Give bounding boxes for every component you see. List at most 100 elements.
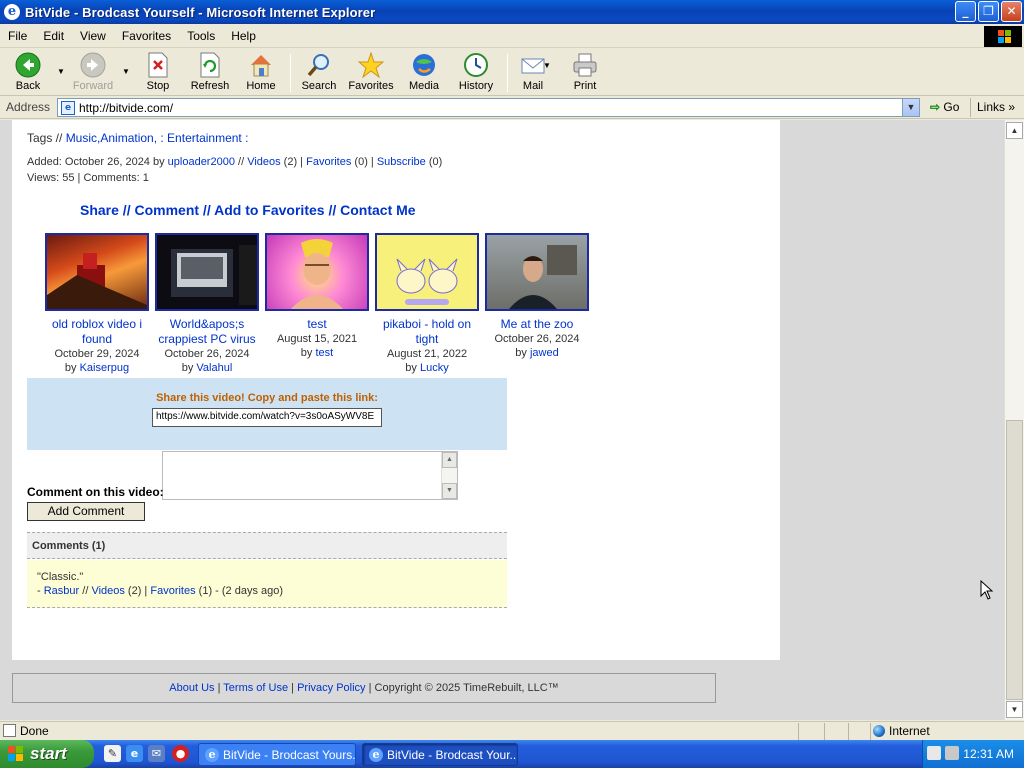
- stop-button[interactable]: Stop: [140, 51, 176, 95]
- add-favorites-link[interactable]: Add to Favorites: [214, 202, 324, 218]
- volume-tray-icon[interactable]: [945, 746, 959, 760]
- forward-dropdown-icon[interactable]: ▼: [122, 67, 130, 76]
- related-uploader: by Lucky: [405, 362, 449, 374]
- comment-textarea[interactable]: ▲ ▼: [162, 451, 458, 500]
- menu-tools[interactable]: Tools: [179, 29, 223, 43]
- mail-quicklaunch-icon[interactable]: ✉: [148, 745, 165, 762]
- video-thumbnail[interactable]: [155, 233, 259, 311]
- terms-link[interactable]: Terms of Use: [223, 682, 288, 694]
- related-title-link[interactable]: World&apos;s crappiest PC virus: [155, 317, 259, 347]
- home-button[interactable]: Home: [242, 51, 280, 95]
- go-button[interactable]: ⇨ Go: [930, 100, 959, 114]
- scroll-up-arrow-icon[interactable]: ▲: [1006, 122, 1023, 139]
- page-footer: About Us | Terms of Use | Privacy Policy…: [12, 673, 716, 703]
- media-button[interactable]: Media: [404, 51, 444, 95]
- menu-file[interactable]: File: [0, 29, 35, 43]
- address-url[interactable]: http://bitvide.com/: [79, 101, 173, 115]
- clock[interactable]: 12:31 AM: [963, 747, 1014, 761]
- search-icon: [305, 51, 333, 79]
- favorites-button[interactable]: Favorites: [346, 51, 396, 95]
- print-button[interactable]: Print: [566, 51, 604, 95]
- mouse-cursor-icon: [980, 580, 994, 600]
- start-button[interactable]: start: [0, 740, 94, 768]
- status-text: Done: [20, 724, 49, 738]
- related-title-link[interactable]: Me at the zoo: [485, 317, 589, 332]
- menu-edit[interactable]: Edit: [35, 29, 72, 43]
- ie-quicklaunch-icon[interactable]: e: [126, 745, 143, 762]
- related-user-link[interactable]: jawed: [530, 347, 559, 359]
- video-thumbnail[interactable]: [45, 233, 149, 311]
- close-button[interactable]: ✕: [1001, 1, 1022, 22]
- related-date: October 29, 2024: [54, 348, 140, 360]
- related-user-link[interactable]: Valahul: [196, 362, 232, 374]
- share-link[interactable]: Share: [80, 202, 119, 218]
- add-comment-button[interactable]: Add Comment: [27, 502, 145, 521]
- windows-logo-icon: [984, 26, 1022, 47]
- comments-header: Comments (1): [27, 532, 507, 559]
- comment-link[interactable]: Comment: [134, 202, 199, 218]
- mail-button[interactable]: Mail: [515, 51, 551, 95]
- related-video: Me at the zoo October 26, 2024 by jawed: [485, 233, 589, 360]
- related-date: August 15, 2021: [276, 333, 358, 345]
- page-scrollbar[interactable]: ▲ ▼: [1004, 120, 1024, 720]
- back-button[interactable]: Back: [8, 51, 48, 95]
- mail-dropdown-icon[interactable]: ▼: [543, 61, 551, 70]
- scroll-down-icon[interactable]: ▼: [442, 483, 457, 499]
- status-bar: Done Internet: [0, 721, 1024, 740]
- privacy-link[interactable]: Privacy Policy: [297, 682, 365, 694]
- forward-button[interactable]: Forward: [70, 51, 116, 95]
- history-button[interactable]: History: [454, 51, 498, 95]
- subscribe-link[interactable]: Subscribe: [377, 156, 426, 168]
- related-video: World&apos;s crappiest PC virus October …: [155, 233, 259, 375]
- web-page: Tags // Music,Animation, : Entertainment…: [12, 120, 780, 660]
- taskbar-window-2[interactable]: e BitVide - Brodcast Your...: [362, 743, 518, 766]
- show-desktop-icon[interactable]: ✎: [104, 745, 121, 762]
- related-title-link[interactable]: pikaboi - hold on tight: [375, 317, 479, 347]
- related-title-link[interactable]: old roblox video i found: [45, 317, 149, 347]
- related-user-link[interactable]: test: [315, 347, 333, 359]
- menu-favorites[interactable]: Favorites: [114, 29, 179, 43]
- commenter-videos-link[interactable]: Videos: [91, 585, 124, 597]
- menu-help[interactable]: Help: [223, 29, 264, 43]
- address-dropdown-icon[interactable]: ▼: [902, 99, 919, 116]
- about-link[interactable]: About Us: [169, 682, 214, 694]
- links-button[interactable]: Links »: [970, 98, 1015, 117]
- textarea-scrollbar[interactable]: ▲ ▼: [441, 452, 457, 499]
- refresh-button[interactable]: Refresh: [188, 51, 232, 95]
- address-input[interactable]: e http://bitvide.com/ ▼: [57, 98, 920, 117]
- scroll-up-icon[interactable]: ▲: [442, 452, 457, 468]
- video-thumbnail[interactable]: [265, 233, 369, 311]
- menu-view[interactable]: View: [72, 29, 114, 43]
- back-dropdown-icon[interactable]: ▼: [57, 67, 65, 76]
- related-title-link[interactable]: test: [265, 317, 369, 332]
- uploader-link[interactable]: uploader2000: [168, 156, 235, 168]
- related-video: test August 15, 2021 by test: [265, 233, 369, 360]
- comment-meta: - Rasbur // Videos (2) | Favorites (1) -…: [37, 585, 284, 597]
- commenter-link[interactable]: Rasbur: [44, 585, 79, 597]
- network-tray-icon[interactable]: [927, 746, 941, 760]
- related-date: August 21, 2022: [386, 348, 468, 360]
- share-label: Share this video! Copy and paste this li…: [156, 392, 378, 404]
- share-link-input[interactable]: https://www.bitvide.com/watch?v=3s0oASyW…: [152, 408, 382, 427]
- related-user-link[interactable]: Lucky: [420, 362, 449, 374]
- search-button[interactable]: Search: [300, 51, 338, 95]
- video-thumbnail[interactable]: [485, 233, 589, 311]
- taskbar-window-1[interactable]: e BitVide - Brodcast Yours...: [198, 743, 356, 766]
- history-icon: [462, 51, 490, 79]
- uploader-videos-link[interactable]: Videos: [247, 156, 280, 168]
- scroll-down-arrow-icon[interactable]: ▼: [1006, 701, 1023, 718]
- media-quicklaunch-icon[interactable]: ●: [172, 745, 189, 762]
- address-label: Address: [6, 100, 51, 114]
- minimize-button[interactable]: _: [955, 1, 976, 22]
- contact-link[interactable]: Contact Me: [340, 202, 415, 218]
- maximize-button[interactable]: ❐: [978, 1, 999, 22]
- uploader-favorites-link[interactable]: Favorites: [306, 156, 351, 168]
- video-thumbnail[interactable]: [375, 233, 479, 311]
- back-arrow-icon: [14, 51, 42, 79]
- tags-link[interactable]: Music,Animation, : Entertainment :: [66, 131, 249, 145]
- scrollbar-thumb[interactable]: [1006, 420, 1023, 700]
- ie-app-icon[interactable]: e: [4, 4, 20, 20]
- related-date: October 26, 2024: [164, 348, 250, 360]
- commenter-favorites-link[interactable]: Favorites: [150, 585, 195, 597]
- related-user-link[interactable]: Kaiserpug: [80, 362, 130, 374]
